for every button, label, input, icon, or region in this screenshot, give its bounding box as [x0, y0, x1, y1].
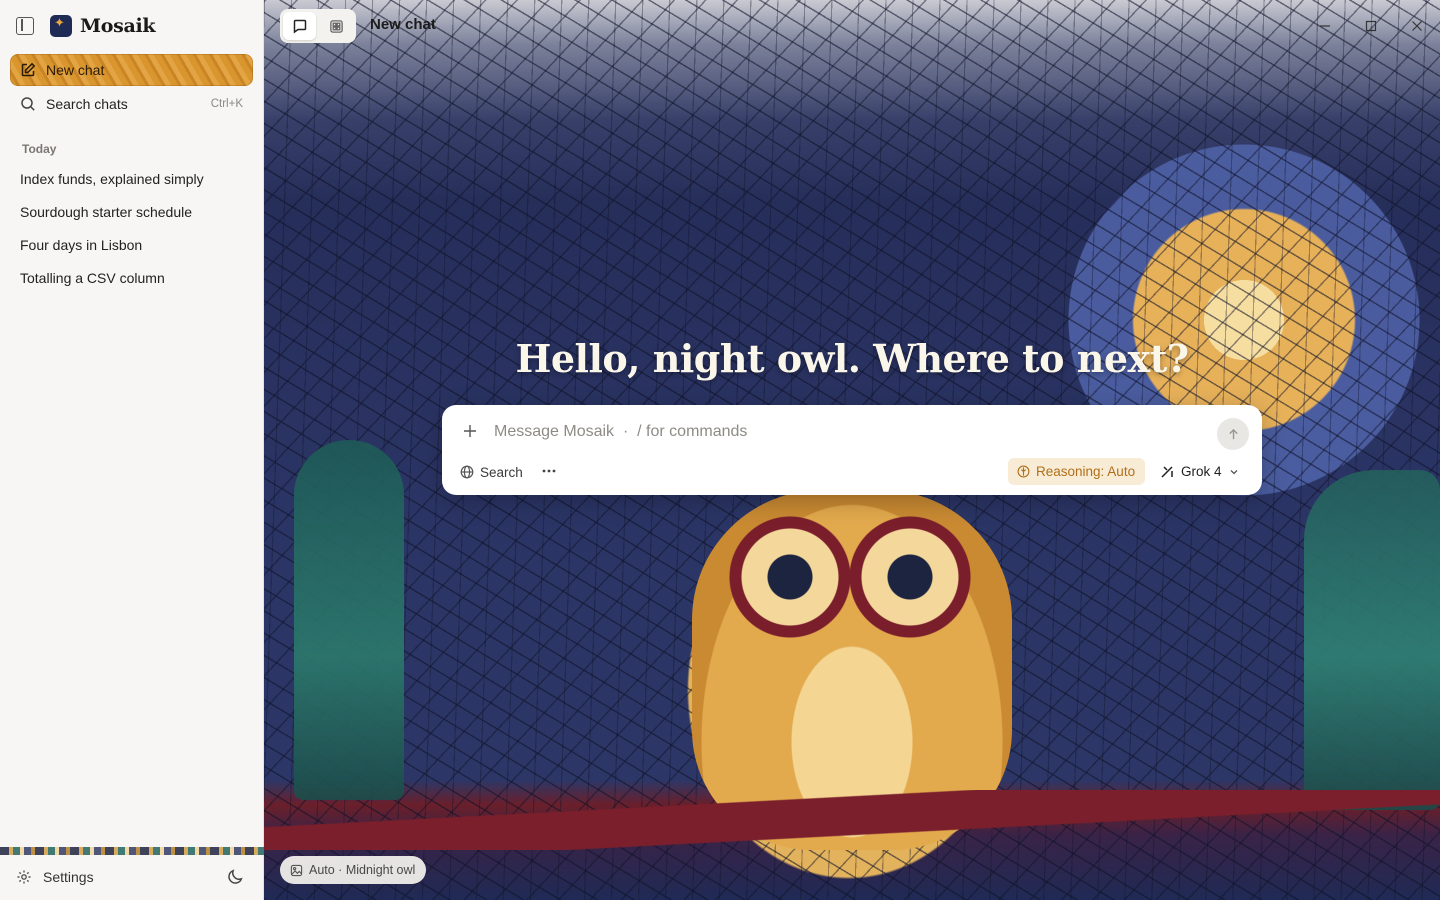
history-item[interactable]: Index funds, explained simply: [10, 162, 253, 195]
model-label: Grok 4: [1181, 464, 1222, 479]
chat-bubble-icon: [293, 19, 306, 34]
main-area: New chat Hello, night owl. Where to next…: [264, 0, 1440, 900]
settings-label: Settings: [43, 869, 94, 885]
app-name: Mosaik: [80, 15, 156, 37]
sidebar-toggle-icon[interactable]: [16, 17, 34, 35]
background-branch: [264, 790, 1440, 850]
search-chats-label: Search chats: [46, 96, 128, 112]
plus-icon[interactable]: [462, 423, 478, 439]
history-section-label: Today: [22, 142, 57, 156]
background-foliage: [294, 440, 404, 800]
settings-button[interactable]: Settings: [16, 865, 94, 889]
mosaik-logo: [50, 15, 72, 37]
close-icon: [1412, 21, 1422, 31]
tab-gallery[interactable]: [320, 12, 353, 40]
maximize-icon: [1365, 20, 1377, 32]
reasoning-label: Reasoning: Auto: [1036, 464, 1136, 479]
message-composer: Search Reasoning: Auto Grok 4: [442, 405, 1262, 495]
background-owl-eye: [848, 515, 972, 639]
moon-icon[interactable]: [227, 868, 244, 885]
background-badge[interactable]: Auto · Midnight owl: [280, 856, 427, 884]
arrow-up-icon: [1228, 428, 1238, 439]
search-shortcut-hint: Ctrl+K: [210, 98, 243, 110]
background-owl-eye: [728, 515, 852, 639]
message-input[interactable]: [494, 419, 1194, 445]
maximize-button[interactable]: [1361, 16, 1381, 36]
tab-chat[interactable]: [283, 12, 316, 40]
new-chat-button[interactable]: New chat: [10, 54, 253, 86]
history-item[interactable]: Sourdough starter schedule: [10, 195, 253, 228]
chat-history-list: Index funds, explained simply Sourdough …: [10, 162, 253, 294]
globe-icon: [460, 465, 474, 479]
web-search-toggle[interactable]: Search: [460, 463, 523, 481]
reasoning-selector[interactable]: Reasoning: Auto: [1008, 458, 1146, 485]
gear-icon: [17, 870, 31, 884]
minimize-icon: [1320, 25, 1330, 27]
grid-icon: [330, 19, 343, 33]
more-tools-button[interactable]: [540, 462, 558, 480]
sidebar: Mosaik New chat Search chats Ctrl+K Toda…: [0, 0, 264, 900]
mosaic-divider: [0, 847, 264, 855]
view-switcher: [280, 9, 356, 43]
greeting-headline: Hello, night owl. Where to next?: [515, 336, 1189, 381]
ellipsis-icon: [542, 469, 556, 473]
model-selector[interactable]: Grok 4: [1160, 458, 1239, 485]
chevron-down-icon: [1230, 469, 1237, 474]
minimize-button[interactable]: [1315, 16, 1335, 36]
history-item[interactable]: Four days in Lisbon: [10, 228, 253, 261]
web-search-label: Search: [480, 464, 523, 480]
close-button[interactable]: [1407, 16, 1427, 36]
background-foliage: [1304, 470, 1440, 810]
page-title: New chat: [370, 16, 436, 33]
send-button[interactable]: [1217, 418, 1249, 450]
history-item[interactable]: Totalling a CSV column: [10, 261, 253, 294]
search-icon: [21, 97, 35, 111]
background-badge-label: Auto · Midnight owl: [309, 863, 416, 877]
new-chat-label: New chat: [46, 62, 105, 78]
grok-logo-icon: [1161, 465, 1173, 478]
sidebar-header: Mosaik: [16, 14, 156, 38]
compose-icon: [21, 62, 36, 77]
image-icon: [290, 864, 303, 876]
search-chats-button[interactable]: Search chats Ctrl+K: [10, 90, 253, 118]
brain-icon: [1017, 465, 1030, 478]
